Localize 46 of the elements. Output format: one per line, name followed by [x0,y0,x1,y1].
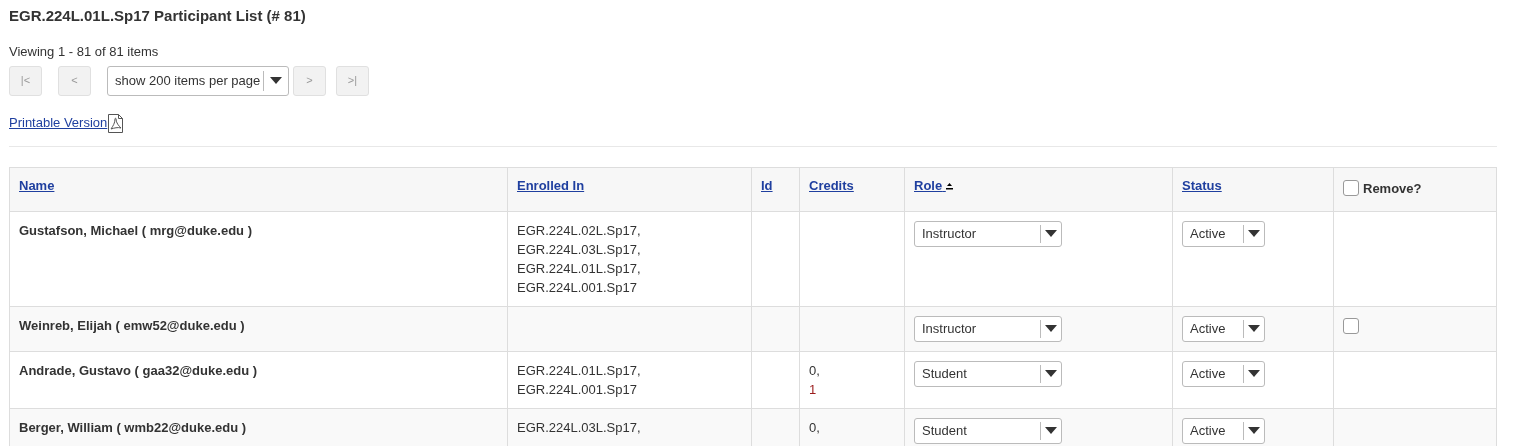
participant-name: Berger, William ( wmb22@duke.edu ) [19,418,248,437]
sort-icon [945,182,953,190]
caret-icon [1045,325,1057,333]
section-name: EGR.224L.01L.Sp17, [517,361,642,380]
column-header-link[interactable]: Role [914,177,953,193]
section-name: EGR.224L.03L.Sp17, [517,240,642,259]
caret-icon [270,77,282,84]
column-header-link[interactable]: Enrolled In [517,177,585,193]
section-name: EGR.224L.01L.Sp17, [517,259,642,278]
caret-icon [1045,230,1057,238]
credit-value: 1 [809,379,817,399]
participant-name: Weinreb, Elijah ( emw52@duke.edu ) [19,316,246,335]
section-name: EGR.224L.001.Sp17 [517,380,638,399]
role-dropdown[interactable]: Student [914,417,1062,444]
page-size-dropdown[interactable]: show 200 items per page [107,65,289,96]
remove-checkbox[interactable] [1343,318,1359,335]
role-dropdown[interactable]: Student [914,360,1062,387]
caret-icon [1248,325,1260,333]
printable-version-link[interactable]: Printable Version [9,113,108,133]
status-dropdown[interactable]: Active [1182,220,1265,247]
role-dropdown[interactable]: Instructor [914,315,1062,342]
column-header-link[interactable]: Id [761,177,773,193]
column-header-link[interactable]: Name [19,177,55,193]
section-name: EGR.224L.02L.Sp17, [517,221,642,240]
participant-name: Andrade, Gustavo ( gaa32@duke.edu ) [19,361,259,380]
caret-icon [1248,370,1260,378]
page-title: EGR.224L.01L.Sp17 Participant List (# 81) [9,6,307,26]
status-dropdown[interactable]: Active [1182,417,1265,444]
role-dropdown[interactable]: Instructor [914,220,1062,247]
credit-value: 0, [809,360,820,380]
item-count: Viewing 1 - 81 of 81 items [9,43,160,61]
status-dropdown[interactable]: Active [1182,360,1265,387]
remove-label: Remove? [1363,179,1422,198]
participant-name: Gustafson, Michael ( mrg@duke.edu ) [19,221,253,240]
credit-value: 0, [809,417,820,437]
caret-icon [1045,427,1057,435]
caret-icon [1045,370,1057,378]
caret-icon [1248,427,1260,435]
column-header-link[interactable]: Status [1182,177,1222,193]
select-all-checkbox[interactable] [1343,180,1359,197]
pdf-icon[interactable] [107,113,125,133]
column-header-link[interactable]: Credits [809,177,854,193]
caret-icon [1248,230,1260,238]
section-name: EGR.224L.03L.Sp17, [517,418,642,437]
section-name: EGR.224L.001.Sp17 [517,278,638,297]
status-dropdown[interactable]: Active [1182,315,1265,342]
